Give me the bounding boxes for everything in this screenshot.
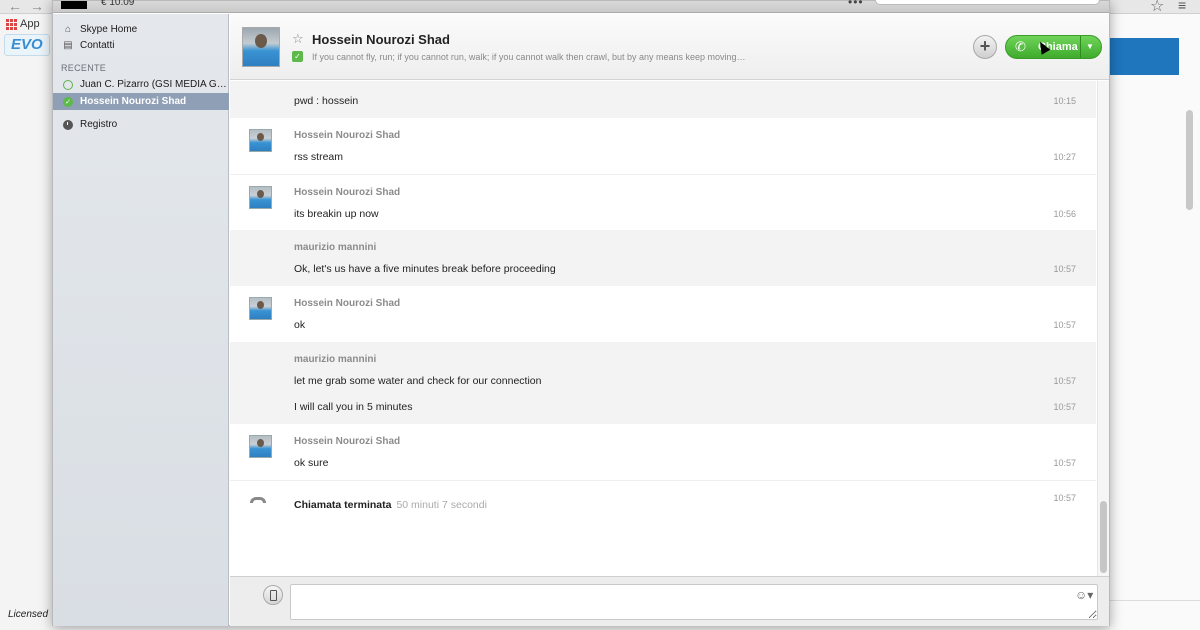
message-group: maurizio mannini let me grab some water … — [230, 342, 1096, 424]
favorite-star-icon[interactable]: ☆ — [292, 31, 304, 47]
forward-arrow-icon[interactable]: → — [30, 0, 44, 14]
message-text: its breakin up now — [294, 208, 379, 220]
contact-name: Hossein Nourozi Shad — [312, 32, 450, 47]
call-button[interactable]: ✆ Chiama ▼ — [1005, 35, 1102, 59]
emoticon-icon[interactable]: ☺▾ — [1075, 588, 1093, 602]
call-ended-label: Chiamata terminata 50 minuti 7 secondi — [294, 499, 487, 511]
message-text: let me grab some water and check for our… — [294, 375, 542, 387]
call-duration: 50 minuti 7 secondi — [396, 499, 487, 511]
chevron-down-icon[interactable]: ▼ — [1086, 42, 1094, 51]
page-blue-banner — [1110, 38, 1179, 75]
contact-header: ☆ Hossein Nourozi Shad ✓ If you cannot f… — [230, 14, 1109, 80]
licensed-text: Licensed — [8, 609, 49, 620]
sender-avatar[interactable] — [249, 297, 272, 320]
online-status-icon: ✓ — [292, 51, 303, 62]
page-scrollbar[interactable] — [1186, 110, 1193, 210]
message-text: rss stream — [294, 151, 344, 163]
sender-name[interactable]: Hossein Nourozi Shad — [294, 130, 400, 141]
message-text: ok sure — [294, 457, 329, 469]
sender-name[interactable]: Hossein Nourozi Shad — [294, 436, 400, 447]
sender-avatar[interactable] — [249, 435, 272, 458]
message-input[interactable] — [290, 584, 1098, 620]
sender-name[interactable]: Hossein Nourozi Shad — [294, 187, 400, 198]
more-options-icon[interactable]: ••• — [848, 0, 864, 9]
page-divider — [1110, 600, 1200, 601]
skype-window: € 10.09 ••• ⌂ Skype Home ▤ Contatti RECE… — [52, 0, 1110, 626]
message-time: 10:57 — [1053, 493, 1076, 503]
sender-avatar[interactable] — [249, 186, 272, 209]
send-sms-button[interactable] — [263, 585, 283, 605]
sidebar-item-label: Contatti — [80, 40, 115, 51]
compose-area: ☺▾ — [230, 576, 1109, 626]
message-text: pwd : hossein — [294, 95, 359, 107]
sender-name[interactable]: maurizio mannini — [294, 354, 376, 365]
sidebar-item-skype-home[interactable]: ⌂ Skype Home — [53, 21, 229, 38]
message-group: Hossein Nourozi Shad ok sure 10:57 — [230, 424, 1096, 480]
apps-shortcut[interactable]: App — [6, 18, 40, 30]
apps-label: App — [20, 18, 40, 30]
message-time: 10:57 — [1053, 402, 1076, 412]
evo-logo: EVO — [4, 34, 50, 56]
message-text: I will call you in 5 minutes — [294, 401, 413, 413]
message-time: 10:57 — [1053, 320, 1076, 330]
message-time: 10:57 — [1053, 376, 1076, 386]
message-group: Hossein Nourozi Shad rss stream 10:27 — [230, 118, 1096, 174]
window-titlebar: € 10.09 ••• — [53, 0, 1109, 13]
recent-item-juan-pizarro[interactable]: Juan C. Pizarro (GSI MEDIA G… — [53, 76, 229, 93]
conversation-scrollbar[interactable] — [1097, 81, 1109, 576]
conversation-pane: pwd : hossein 10:15 Hossein Nourozi Shad… — [230, 81, 1096, 576]
sidebar-item-history[interactable]: Registro — [53, 116, 229, 133]
message-text: Ok, let's us have a five minutes break b… — [294, 263, 556, 275]
sidebar-item-contacts[interactable]: ▤ Contatti — [53, 37, 229, 54]
call-event: Chiamata terminata 50 minuti 7 secondi 10… — [230, 480, 1096, 530]
scrollbar-thumb[interactable] — [1100, 501, 1107, 573]
clock-icon — [62, 119, 74, 131]
message-text: ok — [294, 319, 306, 331]
message-time: 10:57 — [1053, 458, 1076, 468]
browser-page-right — [1110, 14, 1200, 630]
call-ended-icon — [250, 497, 266, 503]
recent-section-label: RECENTE — [61, 63, 107, 73]
message-group: maurizio mannini Ok, let's us have a fiv… — [230, 230, 1096, 286]
add-button[interactable]: + — [973, 35, 997, 59]
message-time: 10:57 — [1053, 264, 1076, 274]
account-avatar — [61, 1, 87, 9]
phone-icon: ✆ — [1015, 39, 1026, 54]
mood-message: If you cannot fly, run; if you cannot ru… — [312, 52, 746, 62]
message-group: pwd : hossein 10:15 — [230, 81, 1096, 118]
contact-avatar[interactable] — [242, 27, 280, 67]
recent-item-hossein-nourozi[interactable]: ✓ Hossein Nourozi Shad — [53, 93, 229, 110]
skype-credit: € 10.09 — [101, 0, 135, 8]
sidebar-item-label: Skype Home — [80, 24, 138, 35]
search-field[interactable] — [875, 0, 1100, 5]
contacts-icon: ▤ — [63, 40, 73, 51]
apps-grid-icon — [6, 18, 17, 30]
message-time: 10:56 — [1053, 209, 1076, 219]
offline-status-icon — [62, 79, 74, 91]
sidebar-item-label: Registro — [80, 119, 118, 130]
sidebar: ⌂ Skype Home ▤ Contatti RECENTE Juan C. … — [53, 14, 229, 626]
home-icon: ⌂ — [64, 24, 72, 35]
sender-name[interactable]: maurizio mannini — [294, 242, 376, 253]
online-status-icon: ✓ — [62, 96, 74, 108]
message-time: 10:27 — [1053, 152, 1076, 162]
message-time: 10:15 — [1053, 96, 1076, 106]
sender-name[interactable]: Hossein Nourozi Shad — [294, 298, 400, 309]
recent-item-label: Hossein Nourozi Shad — [80, 96, 187, 107]
call-button-divider — [1080, 36, 1081, 58]
back-arrow-icon[interactable]: ← — [8, 0, 22, 14]
recent-item-label: Juan C. Pizarro (GSI MEDIA G… — [80, 79, 227, 90]
message-group: Hossein Nourozi Shad ok 10:57 — [230, 286, 1096, 342]
message-group: Hossein Nourozi Shad its breakin up now … — [230, 174, 1096, 230]
browser-menu-icon[interactable]: ≡ — [1178, 0, 1186, 13]
sender-avatar[interactable] — [249, 129, 272, 152]
